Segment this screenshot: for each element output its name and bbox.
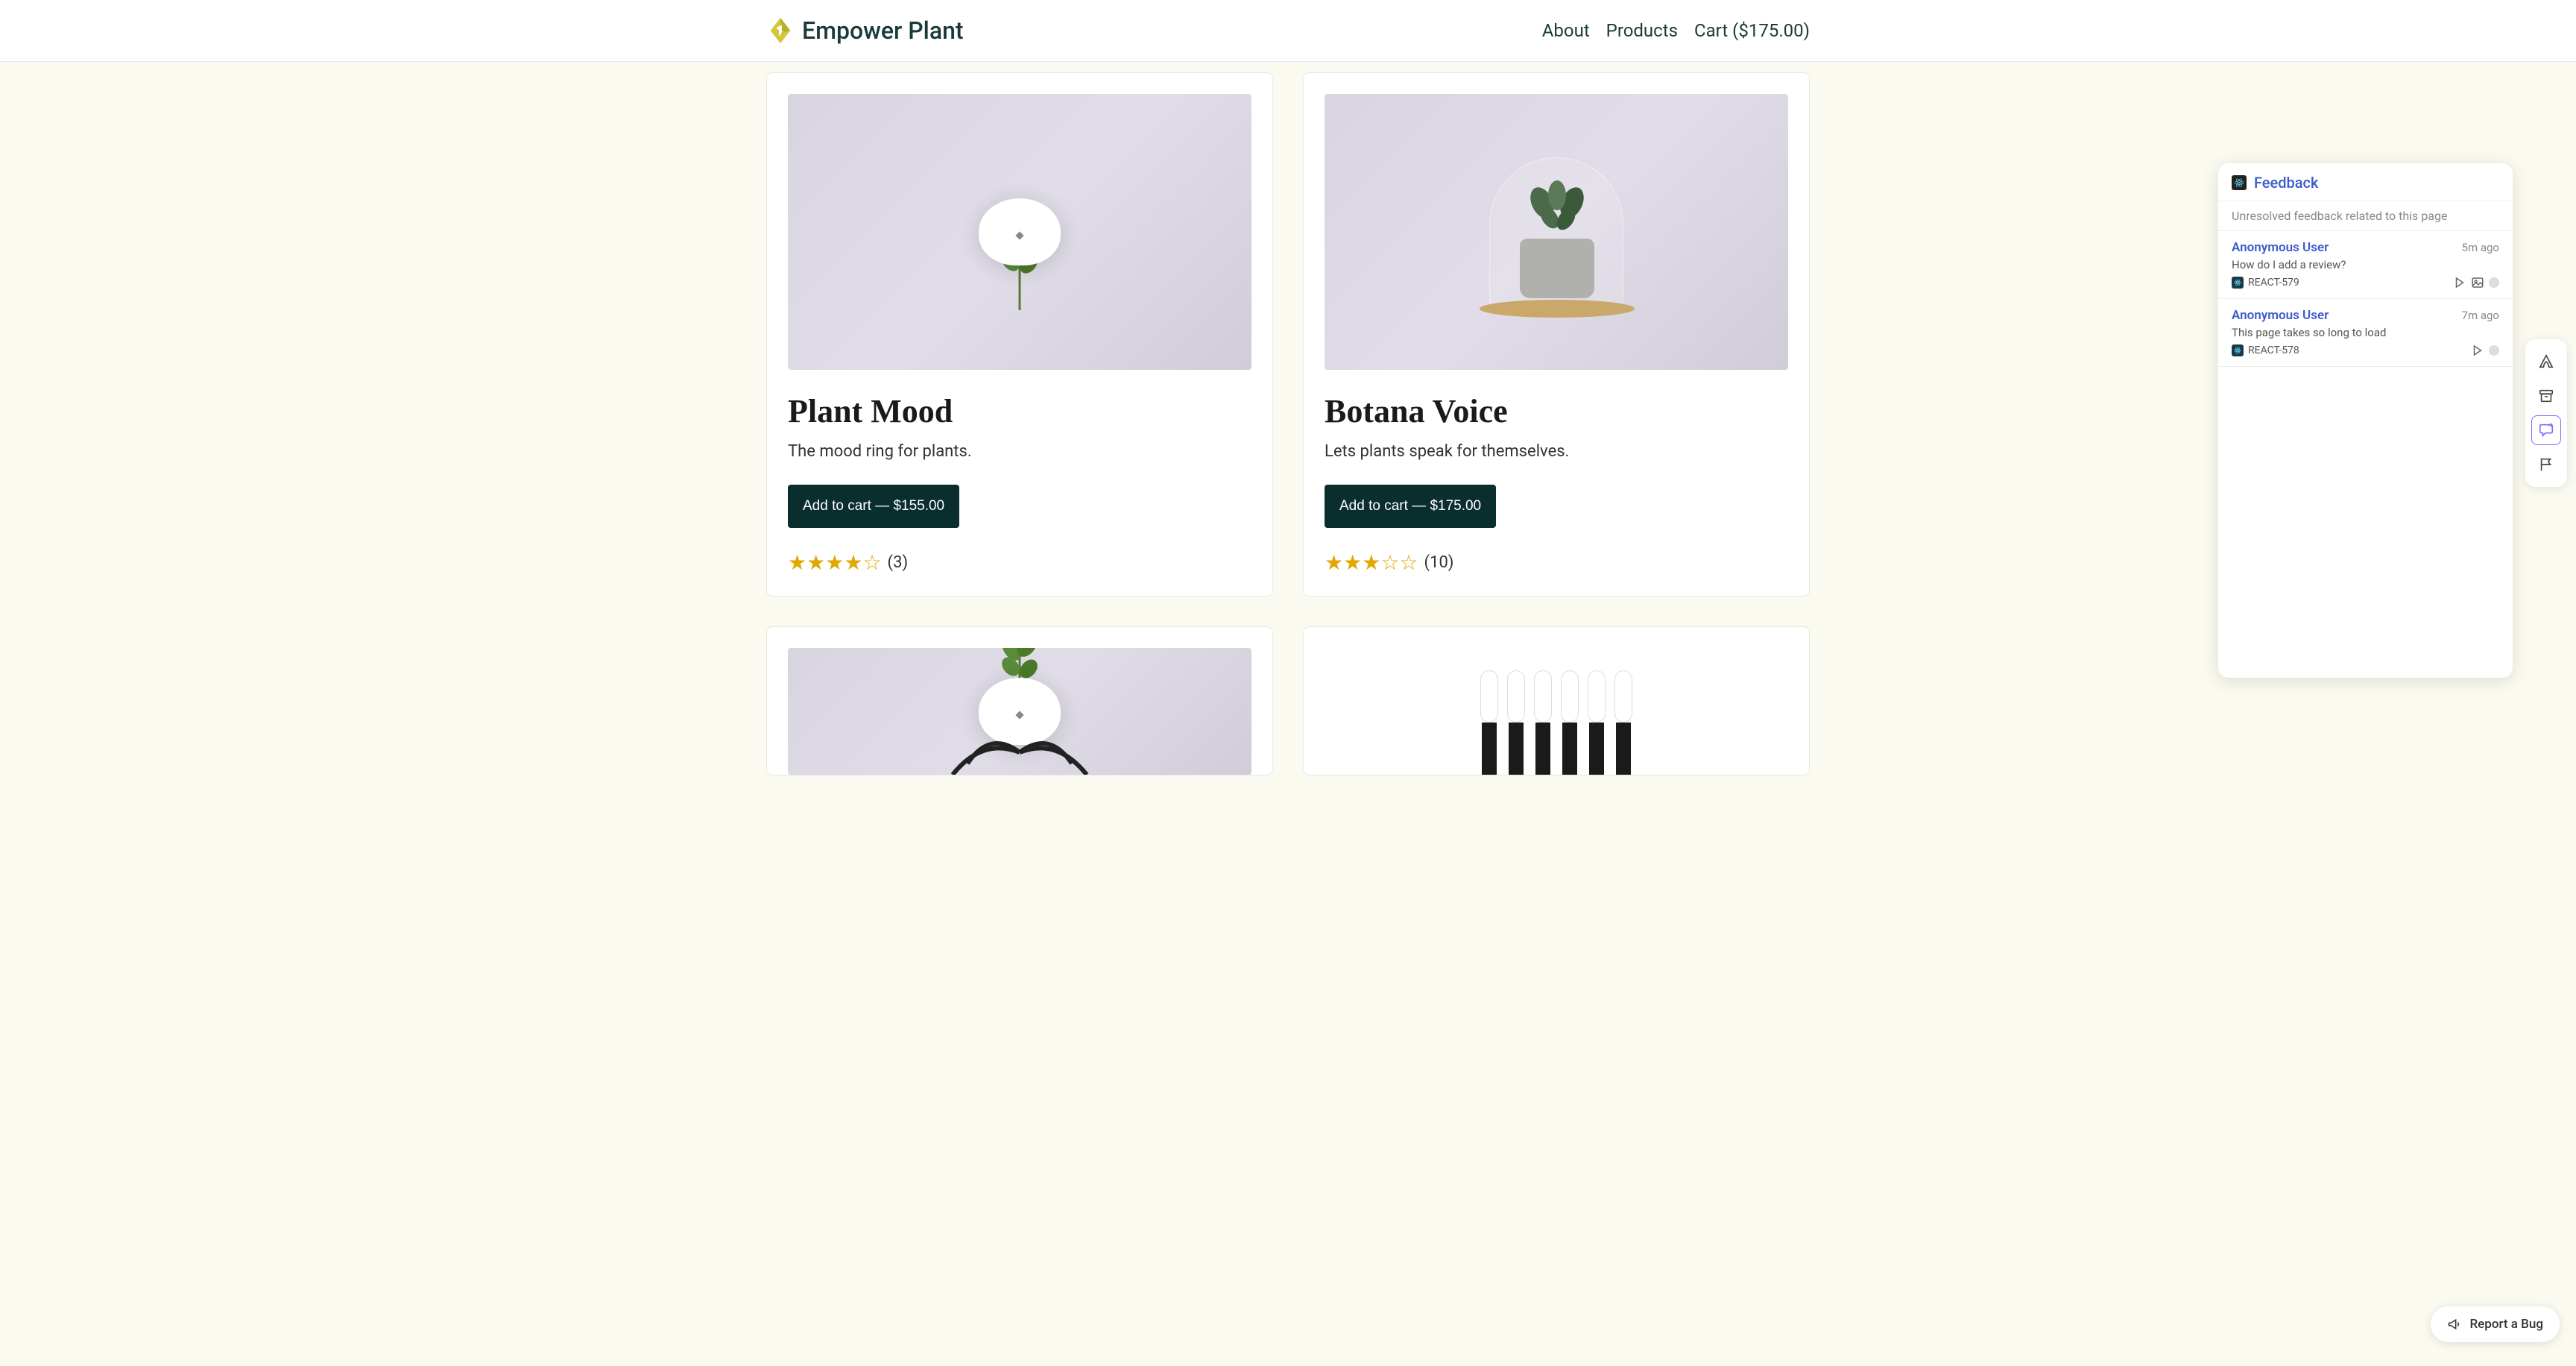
star-outline-icon: ☆ — [862, 550, 881, 575]
feedback-item[interactable]: Anonymous User 7m ago This page takes so… — [2218, 299, 2513, 367]
feedback-tag-label: REACT-578 — [2248, 344, 2299, 356]
archive-tool-icon[interactable] — [2531, 381, 2561, 411]
product-image[interactable] — [1325, 94, 1788, 370]
spider-legs-icon — [923, 723, 1117, 775]
product-card: Plant Mood The mood ring for plants. Add… — [766, 72, 1273, 597]
feedback-header[interactable]: Feedback — [2218, 163, 2513, 201]
product-title[interactable]: Plant Mood — [788, 392, 1251, 430]
star-icon: ★ — [1343, 550, 1362, 575]
sensor-stick-icon — [1614, 670, 1632, 775]
review-count: (10) — [1424, 553, 1454, 572]
star-icon: ★ — [825, 550, 844, 575]
flag-tool-icon[interactable] — [2531, 450, 2561, 479]
sensor-stick-icon — [1561, 670, 1579, 775]
megaphone-icon — [2447, 1317, 2462, 1332]
main-content: Plant Mood The mood ring for plants. Add… — [736, 62, 1840, 786]
feedback-item[interactable]: Anonymous User 5m ago How do I add a rev… — [2218, 231, 2513, 299]
product-description: Lets plants speak for themselves. — [1325, 442, 1788, 461]
product-grid: Plant Mood The mood ring for plants. Add… — [766, 72, 1810, 775]
sensor-stick-icon — [1507, 670, 1525, 775]
product-image[interactable] — [788, 648, 1251, 775]
feedback-tag[interactable]: REACT-578 — [2232, 344, 2299, 356]
feedback-subtitle: Unresolved feedback related to this page — [2218, 201, 2513, 231]
sentry-tool-icon[interactable] — [2531, 347, 2561, 377]
nav-about[interactable]: About — [1542, 20, 1590, 41]
product-card — [766, 626, 1273, 775]
product-image[interactable] — [788, 94, 1251, 370]
star-icon: ★ — [1325, 550, 1343, 575]
feedback-panel: Feedback Unresolved feedback related to … — [2218, 163, 2513, 678]
play-icon[interactable] — [2453, 276, 2466, 289]
rating-stars: ★ ★ ★ ★ ☆ — [788, 550, 882, 575]
review-count: (3) — [888, 553, 909, 572]
feedback-time: 5m ago — [2462, 241, 2499, 254]
feedback-time: 7m ago — [2462, 309, 2499, 322]
sensor-stick-icon — [1480, 670, 1498, 775]
play-icon[interactable] — [2471, 344, 2484, 357]
star-outline-icon: ☆ — [1380, 550, 1399, 575]
feedback-tag[interactable]: REACT-579 — [2232, 277, 2299, 289]
feedback-user: Anonymous User — [2232, 240, 2329, 255]
status-dot-icon[interactable] — [2489, 277, 2499, 288]
plant-dome-illustration-icon — [1489, 157, 1623, 306]
feedback-title: Feedback — [2254, 174, 2318, 192]
nav-cart[interactable]: Cart ($175.00) — [1694, 20, 1810, 41]
rating-stars: ★ ★ ★ ☆ ☆ — [1325, 550, 1418, 575]
product-image[interactable] — [1325, 648, 1788, 775]
brand[interactable]: Empower Plant — [766, 16, 964, 45]
feedback-tag-label: REACT-579 — [2248, 277, 2299, 289]
feedback-message: How do I add a review? — [2232, 258, 2499, 271]
react-tag-icon — [2232, 344, 2244, 356]
feedback-user: Anonymous User — [2232, 308, 2329, 323]
star-icon: ★ — [1362, 550, 1380, 575]
product-rating: ★ ★ ★ ☆ ☆ (10) — [1325, 550, 1788, 575]
product-description: The mood ring for plants. — [788, 442, 1251, 461]
sensor-stick-icon — [1588, 670, 1606, 775]
primary-nav: About Products Cart ($175.00) — [1542, 20, 1810, 41]
star-icon: ★ — [806, 550, 825, 575]
star-icon: ★ — [844, 550, 862, 575]
devtools-sidebar — [2525, 339, 2567, 487]
nav-products[interactable]: Products — [1606, 20, 1678, 41]
site-header: Empower Plant About Products Cart ($175.… — [0, 0, 2576, 62]
report-bug-button[interactable]: Report a Bug — [2431, 1306, 2560, 1342]
product-title[interactable]: Botana Voice — [1325, 392, 1788, 430]
status-dot-icon[interactable] — [2489, 345, 2499, 356]
product-card: Botana Voice Lets plants speak for thems… — [1303, 72, 1810, 597]
add-to-cart-button[interactable]: Add to cart — $175.00 — [1325, 485, 1496, 528]
product-rating: ★ ★ ★ ★ ☆ (3) — [788, 550, 1251, 575]
add-to-cart-button[interactable]: Add to cart — $155.00 — [788, 485, 959, 528]
feedback-message: This page takes so long to load — [2232, 326, 2499, 339]
star-icon: ★ — [788, 550, 806, 575]
feedback-tool-icon[interactable] — [2531, 415, 2561, 445]
brand-name: Empower Plant — [802, 16, 964, 45]
brand-logo-icon — [766, 16, 795, 45]
react-tag-icon — [2232, 277, 2244, 289]
sensor-stick-icon — [1534, 670, 1552, 775]
product-card — [1303, 626, 1810, 775]
image-icon[interactable] — [2471, 276, 2484, 289]
report-bug-label: Report a Bug — [2469, 1317, 2543, 1332]
star-outline-icon: ☆ — [1399, 550, 1418, 575]
react-app-icon — [2232, 175, 2247, 190]
